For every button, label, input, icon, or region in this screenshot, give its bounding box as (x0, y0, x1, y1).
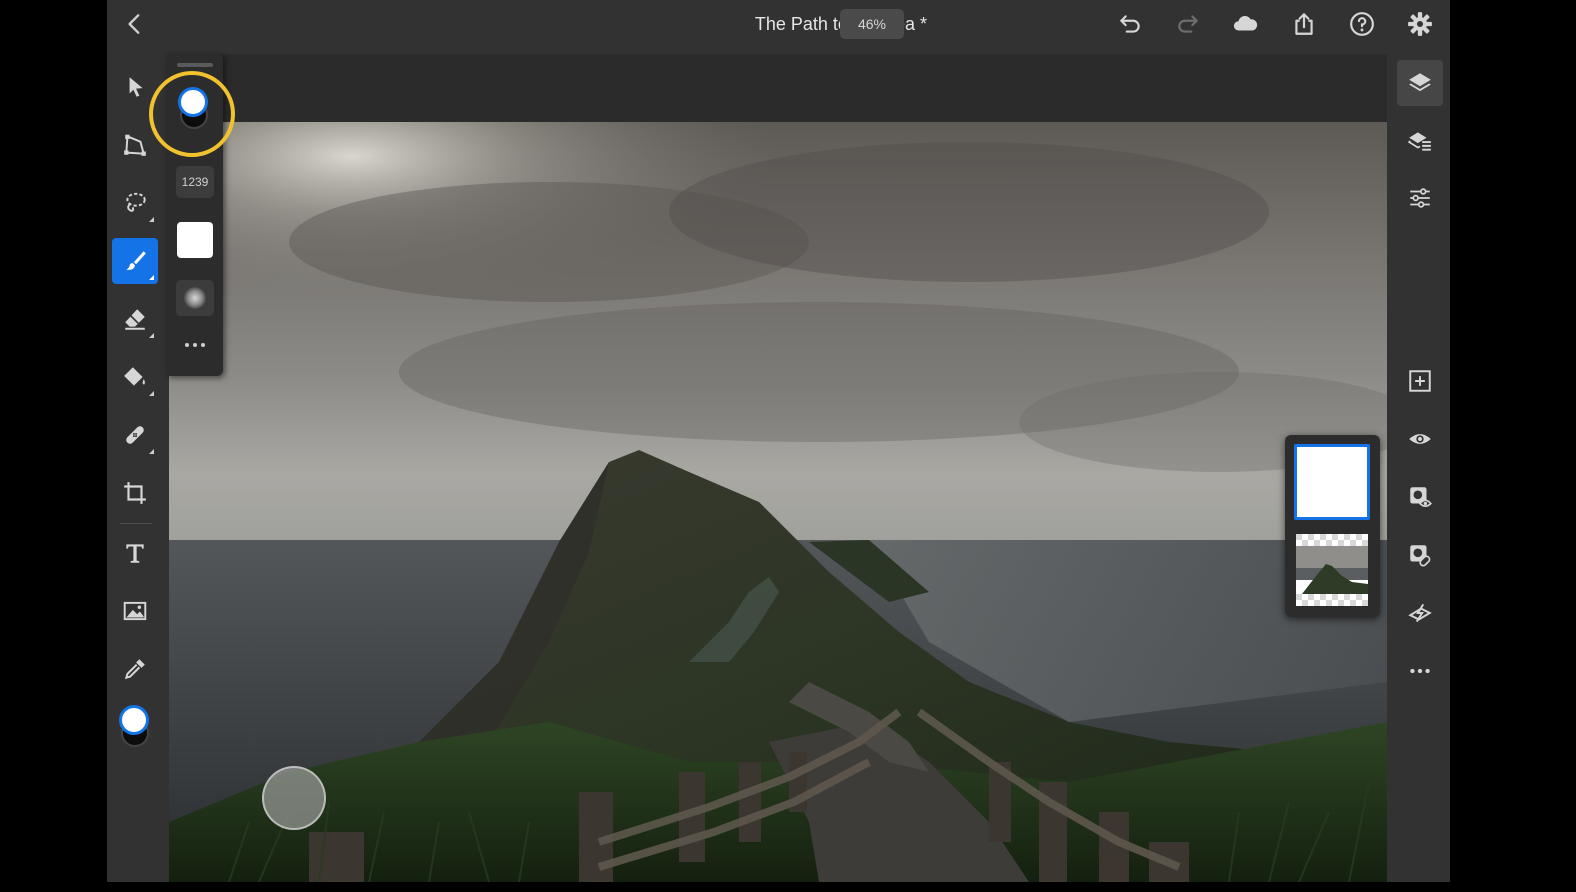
fx-icon[interactable] (1397, 590, 1443, 636)
crop-icon (124, 482, 146, 504)
color-swatches[interactable] (117, 705, 155, 751)
document-canvas[interactable] (169, 122, 1387, 882)
eyedropper-tool[interactable] (112, 646, 158, 692)
undo-icon[interactable] (1116, 10, 1144, 38)
help-icon[interactable] (1348, 10, 1376, 38)
submenu-indicator (149, 333, 154, 338)
share-icon[interactable] (1290, 10, 1318, 38)
touch-indicator (262, 766, 326, 830)
lasso-icon (126, 192, 146, 212)
place-image-tool[interactable] (112, 588, 158, 634)
more-icon[interactable] (1397, 648, 1443, 694)
link-mask-icon[interactable] (1397, 532, 1443, 578)
redo-icon[interactable] (1174, 10, 1202, 38)
brush-tool[interactable] (112, 238, 158, 284)
document-title: The Path to the Sea * (754, 14, 927, 34)
transform-icon (124, 134, 146, 156)
mask-icon[interactable] (1397, 474, 1443, 520)
left-toolbar (107, 50, 167, 882)
paint-bucket-icon (124, 367, 145, 386)
layer-thumbnail-photo[interactable] (1294, 532, 1370, 608)
adjustments-icon[interactable] (1397, 175, 1443, 221)
type-tool[interactable] (112, 530, 158, 576)
heal-tool[interactable] (112, 412, 158, 458)
brush-hardness-button[interactable] (176, 280, 214, 316)
layer-properties-icon[interactable] (1397, 118, 1443, 164)
fill-tool[interactable] (112, 354, 158, 400)
text-icon (126, 544, 144, 563)
visibility-eye-icon[interactable] (1397, 416, 1443, 462)
eraser-tool[interactable] (112, 296, 158, 342)
submenu-indicator (149, 275, 154, 280)
crop-tool[interactable] (112, 470, 158, 516)
soft-brush-icon (184, 287, 206, 309)
layers-icon[interactable] (1397, 60, 1443, 106)
more-icon[interactable] (180, 336, 210, 354)
layer-thumbnail-white[interactable] (1294, 444, 1370, 520)
layers-panel (1285, 435, 1380, 617)
brush-color-button[interactable] (177, 222, 213, 258)
submenu-indicator (149, 449, 154, 454)
zoom-level-button[interactable]: 46% (840, 9, 904, 39)
arrow-pointer-icon (129, 77, 143, 97)
canvas-area[interactable] (169, 54, 1387, 882)
flyout-drag-handle[interactable] (177, 63, 213, 67)
landscape-photo (169, 122, 1387, 882)
eyedropper-icon (124, 659, 145, 680)
right-toolbar (1390, 50, 1450, 882)
submenu-indicator (149, 217, 154, 222)
gear-icon[interactable] (1406, 10, 1434, 38)
add-layer-icon[interactable] (1397, 358, 1443, 404)
foreground-color-swatch[interactable] (119, 705, 149, 735)
image-icon (123, 601, 147, 621)
submenu-indicator (149, 391, 154, 396)
cloud-icon[interactable] (1231, 10, 1259, 38)
brush-foreground-color[interactable] (178, 87, 208, 117)
lasso-tool[interactable] (112, 180, 158, 226)
toolbar-divider (120, 523, 152, 524)
brush-size-field[interactable]: 1239 (176, 166, 214, 198)
top-bar: The Path to the Sea * 46% (107, 0, 1450, 50)
eraser-icon (125, 309, 145, 330)
brush-icon (126, 251, 146, 270)
app-window: The Path to the Sea * 46% (107, 0, 1450, 882)
bandage-icon (126, 426, 144, 444)
